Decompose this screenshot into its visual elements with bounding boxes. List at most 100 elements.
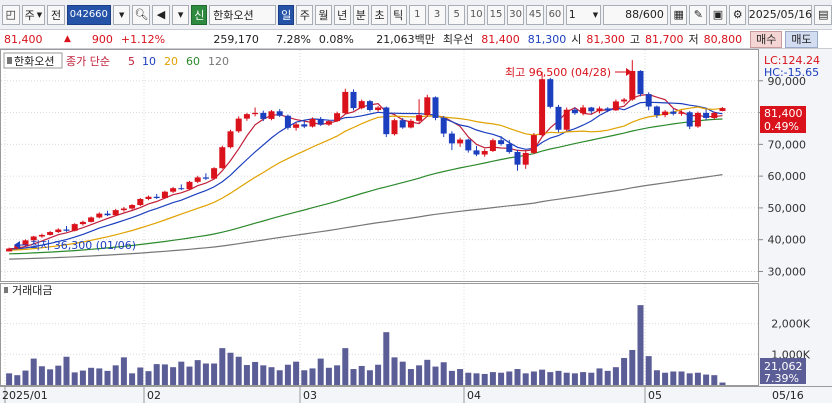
sell-button[interactable]: 매도: [785, 30, 818, 48]
current-price-tag-pct: 0.49%: [764, 120, 799, 133]
candle-body: [694, 112, 701, 127]
chevron-down-icon: ▼: [592, 10, 599, 19]
candle-body: [186, 181, 193, 190]
stock-code-input[interactable]: 042660: [66, 4, 111, 25]
candle-body: [498, 140, 505, 145]
window-menu-icon[interactable]: ◰: [2, 4, 20, 25]
candle-body: [506, 144, 513, 152]
search-icon[interactable]: 🔍︎: [132, 4, 151, 25]
candle-body: [55, 229, 62, 233]
draw-tool-icon[interactable]: ✎: [689, 4, 708, 25]
volume-bar: [637, 305, 644, 385]
volume-bar: [366, 370, 373, 385]
candle-body: [662, 111, 669, 116]
volume-bar: [309, 368, 316, 385]
volume-bar: [563, 372, 570, 385]
candle-body: [653, 106, 660, 116]
volume-bar: [30, 358, 37, 385]
candle-body: [96, 213, 103, 218]
interval-10[interactable]: 10: [467, 4, 486, 25]
volume-bar: [88, 367, 95, 385]
jeon-button[interactable]: 전: [47, 4, 65, 25]
volume-bar: [161, 364, 168, 385]
candle-body: [686, 112, 693, 127]
interval-1[interactable]: 1: [408, 4, 427, 25]
candle-body: [350, 91, 357, 109]
volume-bar: [547, 372, 554, 385]
volume-bar: [694, 372, 701, 385]
volume-bar: [317, 358, 324, 385]
candle-body: [719, 108, 726, 111]
candle-body: [170, 188, 177, 192]
volume-bar: [522, 373, 529, 385]
candle-body: [79, 221, 86, 225]
volume-bar: [284, 364, 291, 385]
period-minute[interactable]: 분: [352, 4, 370, 25]
stock-dropdown-button[interactable]: ▼: [112, 4, 131, 25]
volume-bar: [268, 367, 275, 385]
period-month[interactable]: 월: [315, 4, 332, 25]
volume-bar: [432, 366, 439, 385]
volume-bar: [424, 359, 431, 385]
period-second[interactable]: 초: [371, 4, 388, 25]
interval-45[interactable]: 45: [526, 4, 545, 25]
candle-body: [276, 111, 283, 116]
interval-60[interactable]: 60: [546, 4, 564, 25]
interval-5[interactable]: 5: [447, 4, 466, 25]
hc-value: HC:-15.65: [764, 66, 819, 79]
candle-body: [612, 101, 619, 111]
period-tick[interactable]: 틱: [389, 4, 407, 25]
volume-bar: [407, 369, 414, 385]
stock-name-field[interactable]: 한화오션: [209, 4, 276, 25]
volume-bar: [301, 370, 308, 385]
date-field[interactable]: 2025/05/16: [748, 4, 813, 25]
options-icon[interactable]: ▾: [171, 4, 190, 25]
interval-30[interactable]: 30: [506, 4, 525, 25]
best-ask-price: 81,400: [481, 32, 520, 46]
volume-bar: [243, 365, 250, 385]
speaker-icon[interactable]: ◀︎: [152, 4, 170, 25]
stock-chart[interactable]: 2025/0102030405 90,00080,00070,00060,000…: [0, 49, 832, 403]
volume-bar: [350, 369, 357, 385]
volume-bar: [506, 371, 513, 385]
type-select[interactable]: 주 ▼: [21, 4, 46, 25]
interval-15[interactable]: 15: [487, 4, 505, 25]
candle-body: [621, 99, 628, 102]
volume-bar: [383, 332, 390, 385]
unit-select[interactable]: 1 ▼: [565, 4, 602, 25]
save-icon[interactable]: ▣: [709, 4, 727, 25]
period-day[interactable]: 일: [277, 4, 295, 25]
volume-bar: [120, 357, 127, 385]
candle-body: [112, 210, 119, 216]
period-week[interactable]: 주: [296, 4, 314, 25]
interval-3[interactable]: 3: [428, 4, 446, 25]
period-year[interactable]: 년: [333, 4, 351, 25]
buy-button[interactable]: 매수: [750, 30, 783, 48]
candle-body: [711, 112, 718, 118]
volume-bar: [514, 369, 521, 385]
volume-bar: [555, 370, 562, 385]
volume-bar: [571, 373, 578, 385]
volume-bar: [227, 352, 234, 385]
chart-settings-icon[interactable]: ▦: [669, 4, 688, 25]
volume-bar: [170, 367, 177, 385]
candle-body: [563, 109, 570, 130]
price-tick-label: 30,000: [768, 265, 807, 278]
volume-bar: [71, 372, 78, 385]
volume-bar: [711, 375, 718, 385]
bar-count-field[interactable]: 88/600: [603, 4, 668, 25]
current-price: 81,400: [4, 32, 43, 46]
volume-bar: [399, 361, 406, 385]
gear-icon[interactable]: ⚙: [728, 4, 747, 25]
volume-bar: [580, 372, 587, 385]
amount-value: 21,063백만: [376, 33, 435, 46]
low-label: 저: [688, 33, 699, 46]
volume-bar: [293, 361, 300, 385]
volume-bar: [55, 365, 62, 385]
volume-bar: [14, 375, 21, 385]
calendar-icon[interactable]: ▤: [814, 4, 832, 25]
candle-body: [547, 79, 554, 107]
volume-bar: [186, 366, 193, 385]
unit-select-value: 1: [568, 8, 576, 21]
volume-bar: [391, 357, 398, 385]
